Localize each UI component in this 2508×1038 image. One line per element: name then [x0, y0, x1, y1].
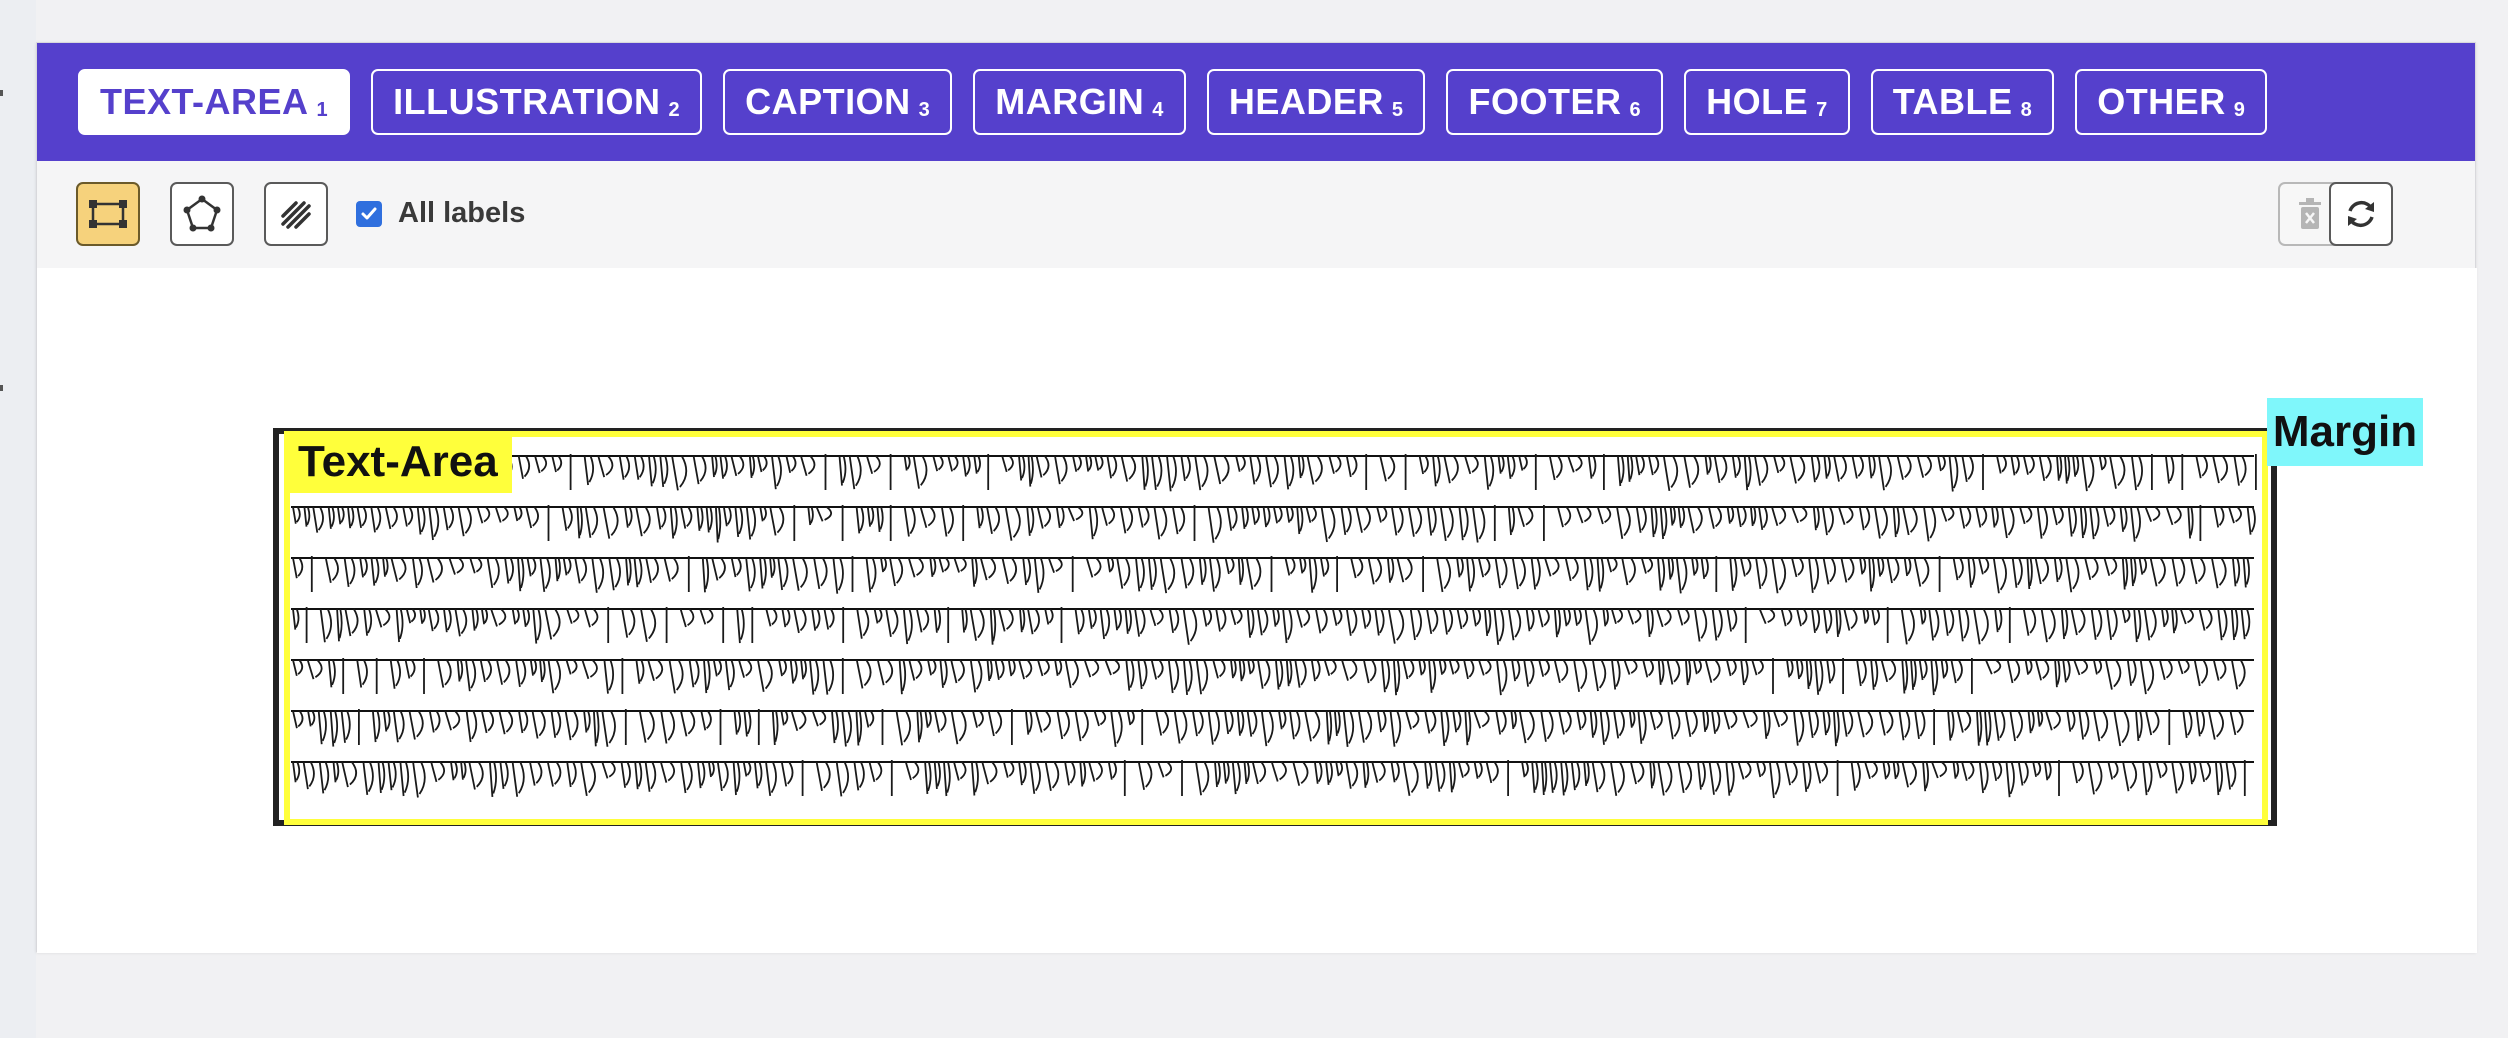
left-edge-strip: [0, 0, 36, 1038]
shortcut-key: 4: [1152, 98, 1164, 121]
manuscript-page-image: [273, 428, 2277, 826]
label-button-text: OTHER: [2097, 81, 2226, 122]
polygon-tool-icon: [183, 195, 221, 232]
label-button-footer[interactable]: FOOTER 6: [1446, 69, 1664, 135]
refresh-button[interactable]: [2329, 182, 2393, 246]
label-button-hole[interactable]: HOLE 7: [1684, 69, 1850, 135]
rectangle-tool-button[interactable]: [76, 182, 140, 246]
shortcut-key: 2: [668, 98, 681, 121]
shortcut-key: 6: [1629, 98, 1642, 121]
script-line: [292, 658, 2246, 696]
label-button-text: HEADER: [1228, 81, 1384, 122]
edge-mark: [0, 90, 3, 96]
label-button-other[interactable]: OTHER 9: [2075, 69, 2268, 135]
text-area-tag[interactable]: Text-Area: [284, 431, 512, 493]
script-line: [292, 505, 2256, 543]
shortcut-key: 7: [1816, 98, 1828, 121]
all-labels-toggle[interactable]: All labels: [356, 197, 525, 230]
all-labels-checkbox[interactable]: [356, 200, 382, 227]
refresh-icon: [2348, 200, 2374, 228]
script-line: [292, 709, 2244, 748]
edge-mark: [0, 385, 3, 391]
label-button-text: CAPTION: [745, 81, 911, 122]
label-button-text: TABLE: [1892, 81, 2013, 122]
annotation-canvas[interactable]: Text-Area Margin: [37, 268, 2477, 953]
label-button-text-area[interactable]: TEXT-AREA 1: [78, 69, 351, 135]
checkmark-icon: [361, 207, 377, 219]
shortcut-key: 8: [2020, 98, 2033, 121]
toolbar: All labels: [37, 161, 2475, 268]
label-button-text: ILLUSTRATION: [393, 81, 661, 122]
freehand-tool-icon: [281, 201, 311, 229]
shortcut-key: 1: [316, 98, 329, 121]
label-bar: TEXT-AREA 1 ILLUSTRATION 2 CAPTION 3 MAR…: [37, 43, 2475, 161]
shortcut-key: 3: [918, 98, 931, 121]
margin-tag[interactable]: Margin: [2267, 398, 2423, 466]
rectangle-tool-icon: [89, 200, 127, 228]
script-line: [292, 760, 2246, 799]
label-button-text: TEXT-AREA: [100, 81, 309, 122]
label-button-illustration[interactable]: ILLUSTRATION 2: [371, 69, 703, 135]
label-button-text: MARGIN: [995, 81, 1145, 122]
label-button-margin[interactable]: MARGIN 4: [973, 69, 1186, 135]
all-labels-text: All labels: [398, 197, 526, 229]
shortcut-key: 9: [2233, 98, 2246, 121]
label-button-text: HOLE: [1706, 81, 1809, 122]
script-line: [292, 454, 2257, 492]
tibetan-script-lines: [291, 454, 2257, 799]
freehand-tool-button[interactable]: [264, 182, 328, 246]
label-button-caption[interactable]: CAPTION 3: [723, 69, 953, 135]
shortcut-key: 5: [1391, 98, 1404, 121]
label-button-header[interactable]: HEADER 5: [1206, 69, 1426, 135]
polygon-tool-button[interactable]: [170, 182, 234, 246]
script-line: [292, 607, 2251, 645]
trash-icon: [2299, 198, 2321, 229]
label-button-table[interactable]: TABLE 8: [1870, 69, 2055, 135]
script-line: [292, 556, 2250, 594]
annotation-panel: TEXT-AREA 1 ILLUSTRATION 2 CAPTION 3 MAR…: [36, 42, 2477, 953]
label-button-text: FOOTER: [1468, 81, 1622, 122]
